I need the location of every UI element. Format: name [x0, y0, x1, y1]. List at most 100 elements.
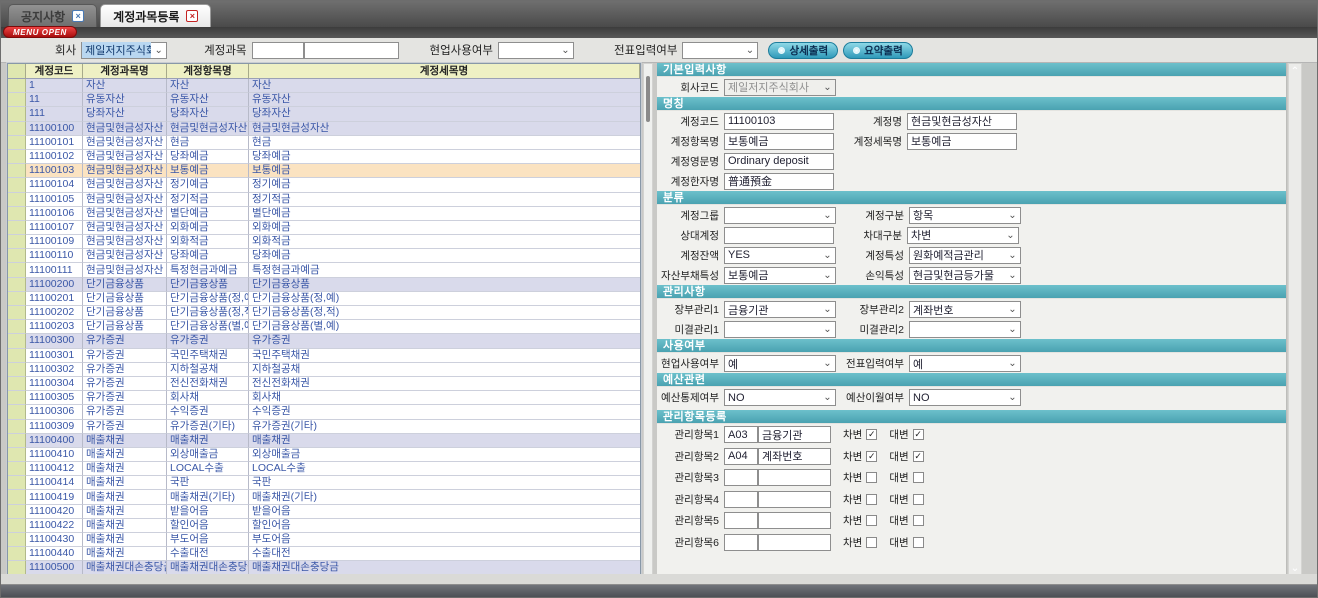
- table-row[interactable]: 11100110현금및현금성자산당좌예금당좌예금: [8, 249, 640, 263]
- table-row[interactable]: 11100102현금및현금성자산당좌예금당좌예금: [8, 150, 640, 164]
- grid-scrollbar[interactable]: [643, 63, 653, 577]
- table-row[interactable]: 11유동자산유동자산유동자산: [8, 93, 640, 107]
- row-selector-cell[interactable]: [8, 249, 26, 263]
- table-row[interactable]: 11100304유가증권전신전화채권전신전화채권: [8, 377, 640, 391]
- mgmt-item-6-debit-checkbox[interactable]: [866, 537, 877, 548]
- panel-scrollbar[interactable]: ⌃ ⌄: [1288, 63, 1302, 577]
- row-selector-cell[interactable]: [8, 107, 26, 121]
- row-selector-cell[interactable]: [8, 292, 26, 306]
- mgmt-item-5-credit-checkbox[interactable]: [913, 515, 924, 526]
- table-row[interactable]: 11100414매출채권국판국판: [8, 476, 640, 490]
- account-code-input[interactable]: [252, 42, 304, 59]
- account-name-field[interactable]: [907, 113, 1017, 130]
- row-selector-cell[interactable]: [8, 391, 26, 405]
- row-selector-cell[interactable]: [8, 79, 26, 93]
- slip-select[interactable]: ⌄: [682, 42, 758, 59]
- table-row[interactable]: 11100419매출채권매출채권(기타)매출채권(기타): [8, 490, 640, 504]
- mgmt-item-3-credit-checkbox[interactable]: [913, 472, 924, 483]
- table-row[interactable]: 11100203단기금융상품단기금융상품(별,예)단기금융상품(별,예): [8, 320, 640, 334]
- mgmt-item-3-name-input[interactable]: [758, 469, 831, 486]
- table-row[interactable]: 11100300유가증권유가증권유가증권: [8, 334, 640, 348]
- table-row[interactable]: 11100412매출채권LOCAL수출LOCAL수출: [8, 462, 640, 476]
- table-row[interactable]: 11100309유가증권유가증권(기타)유가증권(기타): [8, 420, 640, 434]
- row-selector-cell[interactable]: [8, 193, 26, 207]
- row-selector-cell[interactable]: [8, 420, 26, 434]
- mgmt-item-2-debit-checkbox[interactable]: ✓: [866, 451, 877, 462]
- account-hanja-name-field[interactable]: [724, 173, 834, 190]
- mgmt-item-6-code-input[interactable]: [724, 534, 758, 551]
- account-code-field[interactable]: [724, 113, 834, 130]
- row-selector-cell[interactable]: [8, 448, 26, 462]
- mgmt-item-4-name-input[interactable]: [758, 491, 831, 508]
- table-row[interactable]: 11100202단기금융상품단기금융상품(정,적)단기금융상품(정,적): [8, 306, 640, 320]
- table-row[interactable]: 11100422매출채권할인어음할인어음: [8, 519, 640, 533]
- row-selector-cell[interactable]: [8, 434, 26, 448]
- table-row[interactable]: 11100101현금및현금성자산현금현금: [8, 136, 640, 150]
- account-name-input[interactable]: [304, 42, 399, 59]
- mgmt-item-3-code-input[interactable]: [724, 469, 758, 486]
- row-selector-cell[interactable]: [8, 519, 26, 533]
- pending-mgmt1-select[interactable]: ⌄: [724, 321, 836, 338]
- account-trait-select[interactable]: 원화예적금관리⌄: [909, 247, 1021, 264]
- mgmt-item-6-name-input[interactable]: [758, 534, 831, 551]
- row-selector-cell[interactable]: [8, 320, 26, 334]
- grid-scrollbar-thumb[interactable]: [646, 76, 650, 122]
- row-selector-cell[interactable]: [8, 263, 26, 277]
- mgmt-item-4-credit-checkbox[interactable]: [913, 494, 924, 505]
- mgmt-item-2-name-input[interactable]: [758, 448, 831, 465]
- row-selector-cell[interactable]: [8, 122, 26, 136]
- tab-close-icon[interactable]: ×: [186, 10, 198, 22]
- detail-print-button[interactable]: 상세출력: [768, 42, 838, 59]
- field-usage-select[interactable]: 예⌄: [724, 355, 836, 372]
- row-selector-cell[interactable]: [8, 377, 26, 391]
- table-row[interactable]: 11100103현금및현금성자산보통예금보통예금: [8, 164, 640, 178]
- row-selector-cell[interactable]: [8, 221, 26, 235]
- row-selector-cell[interactable]: [8, 533, 26, 547]
- mgmt-item-6-credit-checkbox[interactable]: [913, 537, 924, 548]
- counter-account-field[interactable]: [724, 227, 834, 244]
- usage-select[interactable]: ⌄: [498, 42, 574, 59]
- account-detail-name-field[interactable]: [907, 133, 1017, 150]
- ledger-mgmt2-select[interactable]: 계좌번호⌄: [909, 301, 1021, 318]
- mgmt-item-1-name-input[interactable]: [758, 426, 831, 443]
- tab-1[interactable]: 공지사항×: [8, 4, 97, 27]
- asset-liability-trait-select[interactable]: 보통예금⌄: [724, 267, 836, 284]
- row-selector-cell[interactable]: [8, 405, 26, 419]
- table-row[interactable]: 11100200단기금융상품단기금융상품단기금융상품: [8, 278, 640, 292]
- mgmt-item-4-debit-checkbox[interactable]: [866, 494, 877, 505]
- mgmt-item-5-code-input[interactable]: [724, 512, 758, 529]
- table-row[interactable]: 11100420매출채권받을어음받을어음: [8, 505, 640, 519]
- row-selector-cell[interactable]: [8, 278, 26, 292]
- table-row[interactable]: 11100201단기금융상품단기금융상품(정,예)단기금융상품(정,예): [8, 292, 640, 306]
- table-row[interactable]: 1자산자산자산: [8, 79, 640, 93]
- row-selector-cell[interactable]: [8, 547, 26, 561]
- budget-control-select[interactable]: NO⌄: [724, 389, 836, 406]
- row-selector-cell[interactable]: [8, 490, 26, 504]
- row-selector-cell[interactable]: [8, 349, 26, 363]
- row-selector-cell[interactable]: [8, 93, 26, 107]
- row-selector-cell[interactable]: [8, 363, 26, 377]
- table-row[interactable]: 111당좌자산당좌자산당좌자산: [8, 107, 640, 121]
- table-row[interactable]: 11100306유가증권수익증권수익증권: [8, 405, 640, 419]
- budget-carryover-select[interactable]: NO⌄: [909, 389, 1021, 406]
- menu-open-button[interactable]: MENU OPEN: [3, 26, 77, 38]
- row-selector-cell[interactable]: [8, 476, 26, 490]
- mgmt-item-5-debit-checkbox[interactable]: [866, 515, 877, 526]
- row-selector-cell[interactable]: [8, 207, 26, 221]
- mgmt-item-1-code-input[interactable]: [724, 426, 758, 443]
- chevron-up-icon[interactable]: ⌃: [1289, 66, 1301, 77]
- table-row[interactable]: 11100107현금및현금성자산외화예금외화예금: [8, 221, 640, 235]
- table-row[interactable]: 11100100현금및현금성자산현금및현금성자산현금및현금성자산: [8, 122, 640, 136]
- table-row[interactable]: 11100305유가증권회사채회사채: [8, 391, 640, 405]
- row-selector-cell[interactable]: [8, 178, 26, 192]
- mgmt-item-2-credit-checkbox[interactable]: ✓: [913, 451, 924, 462]
- row-selector-cell[interactable]: [8, 334, 26, 348]
- account-balance-select[interactable]: YES⌄: [724, 247, 836, 264]
- ledger-mgmt1-select[interactable]: 금융기관⌄: [724, 301, 836, 318]
- pending-mgmt2-select[interactable]: ⌄: [909, 321, 1021, 338]
- table-row[interactable]: 11100106현금및현금성자산별단예금별단예금: [8, 207, 640, 221]
- row-selector-cell[interactable]: [8, 235, 26, 249]
- account-group-select[interactable]: ⌄: [724, 207, 836, 224]
- mgmt-item-1-credit-checkbox[interactable]: ✓: [913, 429, 924, 440]
- row-selector-cell[interactable]: [8, 462, 26, 476]
